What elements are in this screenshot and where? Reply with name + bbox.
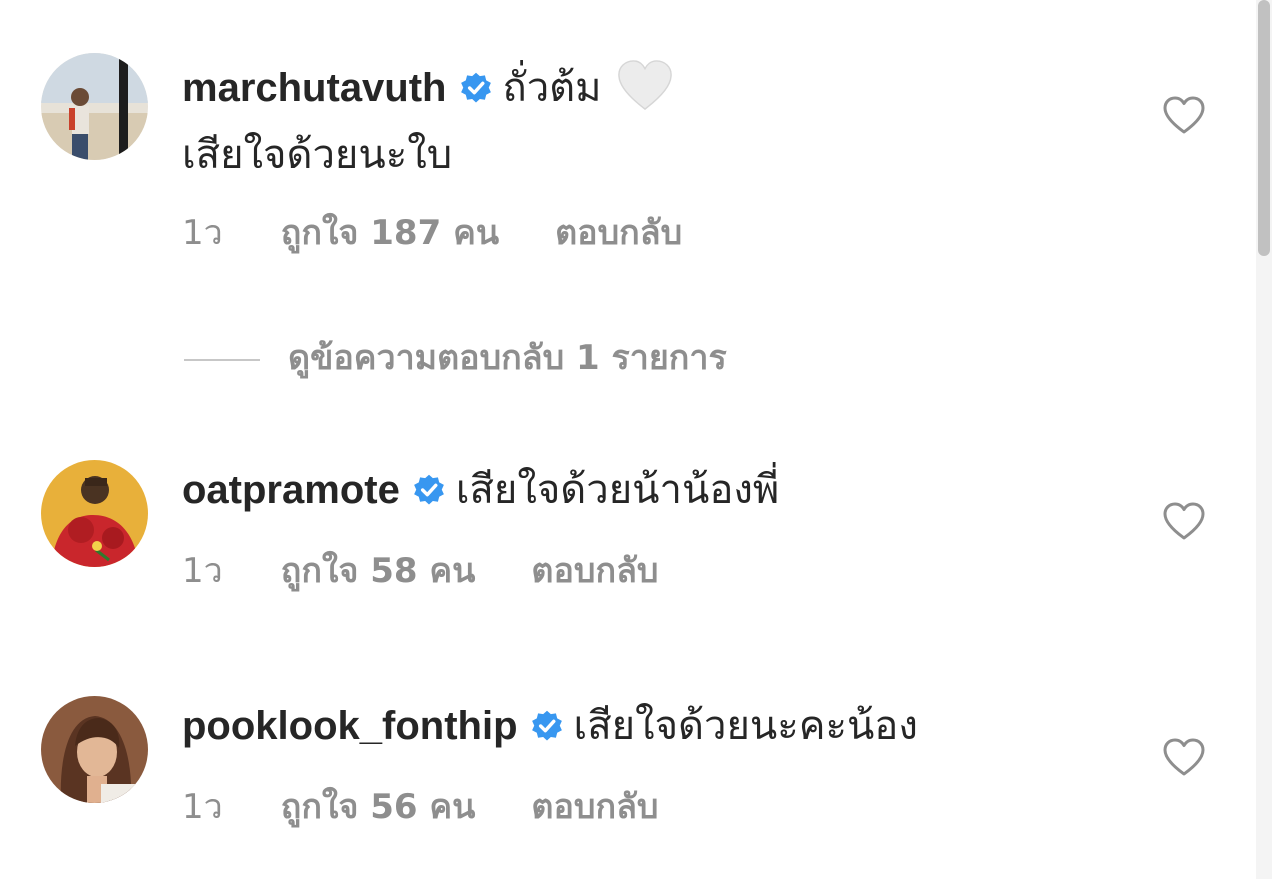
comment-text: ถั่วต้ม [502, 65, 602, 111]
comment-time[interactable]: 1ว [182, 787, 223, 827]
comment-header: pooklook_fonthip เสียใจด้วยนะคะน้อง [182, 702, 918, 750]
view-replies-label: ดูข้อความตอบกลับ 1 รายการ [288, 338, 727, 378]
reply-button[interactable]: ตอบกลับ [531, 787, 658, 827]
reply-button[interactable]: ตอบกลับ [531, 551, 658, 591]
scrollbar-thumb[interactable] [1258, 0, 1270, 256]
heart-outline-icon[interactable] [1162, 95, 1206, 135]
likes-count-link[interactable]: ถูกใจ 187 คน [281, 213, 499, 253]
comment-meta: 1ว ถูกใจ 56 คน ตอบกลับ [182, 787, 659, 827]
comment-meta: 1ว ถูกใจ 58 คน ตอบกลับ [182, 551, 659, 591]
comment-time[interactable]: 1ว [182, 551, 223, 591]
heart-outline-icon[interactable] [1162, 737, 1206, 777]
comment-header: oatpramote เสียใจด้วยน้าน้องพี่ [182, 466, 779, 514]
comment-meta: 1ว ถูกใจ 187 คน ตอบกลับ [182, 213, 682, 253]
comment-text-line2: เสียใจด้วยนะใบ [182, 132, 453, 178]
replies-divider [184, 358, 260, 361]
username[interactable]: oatpramote [182, 468, 400, 512]
comment-time[interactable]: 1ว [182, 213, 223, 253]
username[interactable]: marchutavuth [182, 66, 447, 110]
white-heart-icon [616, 59, 674, 111]
likes-count-link[interactable]: ถูกใจ 58 คน [281, 551, 476, 591]
comment-header: marchutavuth ถั่วต้ม [182, 59, 674, 112]
username[interactable]: pooklook_fonthip [182, 704, 518, 748]
view-replies-button[interactable]: ดูข้อความตอบกลับ 1 รายการ [184, 338, 727, 378]
avatar[interactable] [41, 460, 148, 567]
heart-outline-icon[interactable] [1162, 501, 1206, 541]
comment-text: เสียใจด้วยนะคะน้อง [573, 703, 918, 749]
likes-count-link[interactable]: ถูกใจ 56 คน [281, 787, 476, 827]
reply-button[interactable]: ตอบกลับ [555, 213, 682, 253]
comment-text: เสียใจด้วยน้าน้องพี่ [455, 467, 780, 513]
verified-badge-icon [530, 709, 564, 743]
avatar[interactable] [41, 696, 148, 803]
verified-badge-icon [412, 473, 446, 507]
verified-badge-icon [459, 71, 493, 105]
avatar[interactable] [41, 53, 148, 160]
